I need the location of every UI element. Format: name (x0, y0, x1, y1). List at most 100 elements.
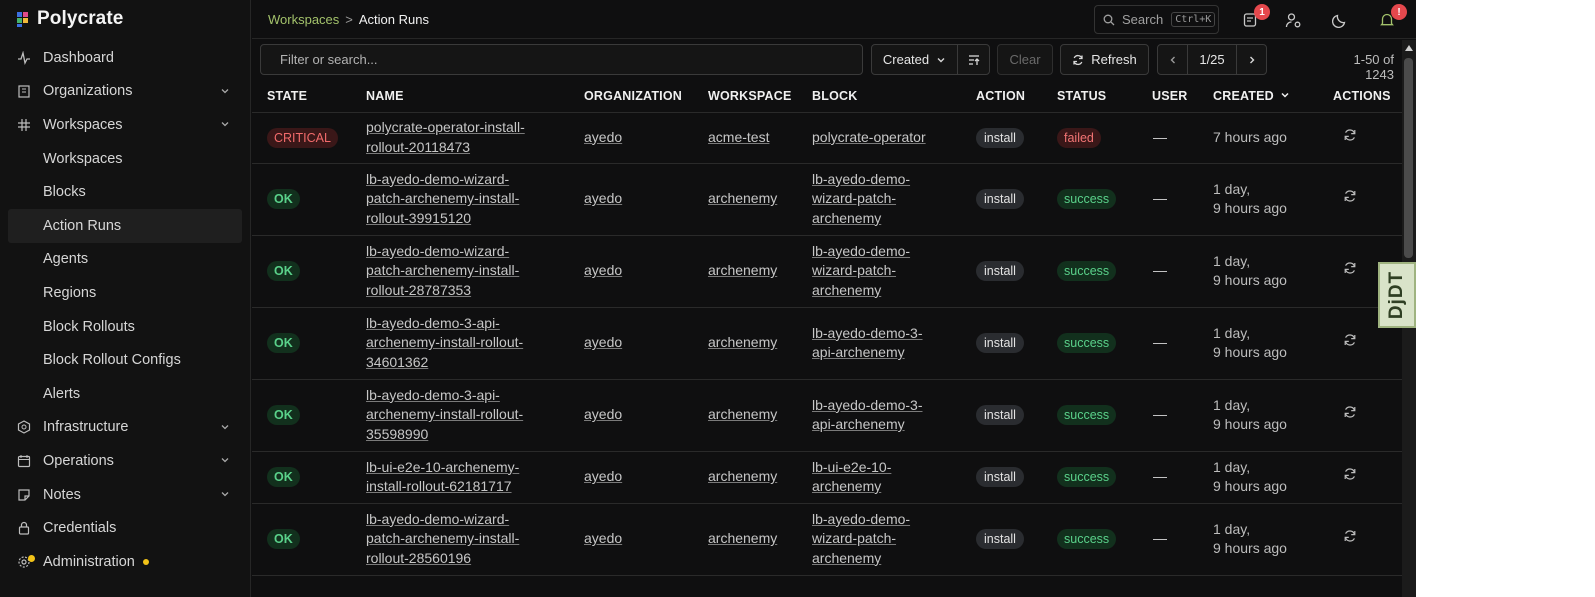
block-link[interactable]: wizard-patch- (812, 190, 896, 206)
table-row[interactable]: CRITICAL polycrate-operator-install-rollo… (252, 111, 1402, 163)
sidebar-item-operations[interactable]: Operations (0, 444, 250, 478)
django-debug-toolbar-handle[interactable]: DjDT (1378, 262, 1416, 328)
block-link[interactable]: wizard-patch- (812, 262, 896, 278)
run-name-link[interactable]: lb-ayedo-demo-3-api- (366, 315, 500, 331)
run-name-link[interactable]: rollout-28560196 (366, 550, 471, 566)
block-link[interactable]: polycrate-operator (812, 129, 926, 145)
breadcrumb-workspaces-link[interactable]: Workspaces (268, 12, 339, 27)
run-name-link[interactable]: archenemy-install-rollout- (366, 334, 523, 350)
organization-link[interactable]: ayedo (584, 530, 622, 546)
workspace-link[interactable]: archenemy (708, 190, 777, 206)
rerun-icon[interactable] (1343, 405, 1357, 419)
sidebar-item-organizations[interactable]: Organizations (0, 75, 250, 109)
workspace-link[interactable]: archenemy (708, 262, 777, 278)
filter-input[interactable] (260, 44, 863, 75)
sidebar-item-alerts-sub[interactable]: Alerts (0, 377, 250, 411)
run-name-link[interactable]: patch-archenemy-install- (366, 530, 519, 546)
run-name-link[interactable]: lb-ui-e2e-10-archenemy- (366, 459, 519, 475)
table-row[interactable]: OK lb-ayedo-demo-3-api-archenemy-install-… (252, 306, 1402, 379)
run-name-link[interactable]: archenemy-install-rollout- (366, 406, 523, 422)
organization-link[interactable]: ayedo (584, 406, 622, 422)
run-name-link[interactable]: lb-ayedo-demo-wizard- (366, 171, 509, 187)
sidebar-item-regions-sub[interactable]: Regions (0, 276, 250, 310)
block-link[interactable]: api-archenemy (812, 416, 905, 432)
table-toolbar: Created Clear Refresh 1/25 1-50 of 1243 (252, 40, 1402, 82)
sidebar-item-administration[interactable]: Administration (0, 545, 250, 579)
block-link[interactable]: wizard-patch- (812, 530, 896, 546)
rerun-icon[interactable] (1343, 529, 1357, 543)
brand[interactable]: Polycrate (0, 0, 250, 38)
sidebar-item-workspaces-sub[interactable]: Workspaces (0, 142, 250, 176)
block-link[interactable]: api-archenemy (812, 344, 905, 360)
sidebar-item-blocks-sub[interactable]: Blocks (0, 175, 250, 209)
block-link[interactable]: archenemy (812, 478, 881, 494)
workspace-link[interactable]: acme-test (708, 129, 769, 145)
scrollbar-thumb[interactable] (1404, 58, 1413, 258)
block-link[interactable]: archenemy (812, 210, 881, 226)
sidebar-item-notes[interactable]: Notes (0, 478, 250, 512)
rerun-icon[interactable] (1343, 467, 1357, 481)
block-link[interactable]: lb-ayedo-demo- (812, 511, 910, 527)
sidebar-item-agents-sub[interactable]: Agents (0, 243, 250, 277)
block-link[interactable]: lb-ayedo-demo-3- (812, 325, 923, 341)
sidebar-item-block-rollout-configs-sub[interactable]: Block Rollout Configs (0, 343, 250, 377)
sidebar-item-workspaces[interactable]: Workspaces (0, 108, 250, 142)
block-link[interactable]: lb-ayedo-demo- (812, 171, 910, 187)
rerun-icon[interactable] (1343, 261, 1357, 275)
workspace-link[interactable]: archenemy (708, 406, 777, 422)
user-settings-button[interactable] (1283, 10, 1303, 30)
run-name-link[interactable]: rollout-20118473 (366, 139, 470, 155)
run-name-link[interactable]: lb-ayedo-demo-wizard- (366, 511, 509, 527)
notes-button[interactable]: 1 (1240, 4, 1270, 30)
block-link[interactable]: archenemy (812, 282, 881, 298)
run-name-link[interactable]: lb-ayedo-demo-3-api- (366, 387, 500, 403)
block-link[interactable]: archenemy (812, 550, 881, 566)
theme-toggle-button[interactable] (1330, 10, 1350, 30)
organization-link[interactable]: ayedo (584, 190, 622, 206)
run-name-link[interactable]: patch-archenemy-install- (366, 190, 519, 206)
workspace-cell: archenemy (693, 234, 797, 307)
table-row[interactable]: OK lb-ayedo-demo-wizard-patch-archenemy-i… (252, 162, 1402, 235)
rerun-icon[interactable] (1343, 128, 1357, 142)
table-row[interactable] (252, 574, 1402, 597)
block-link[interactable]: lb-ayedo-demo-3- (812, 397, 923, 413)
run-name-link[interactable]: install-rollout-62181717 (366, 478, 512, 494)
run-name-link[interactable]: 34601362 (366, 354, 428, 370)
sort-direction-button[interactable] (957, 44, 990, 75)
organization-link[interactable]: ayedo (584, 262, 622, 278)
organization-link[interactable]: ayedo (584, 129, 622, 145)
table-row[interactable]: OK lb-ui-e2e-10-archenemy-install-rollout… (252, 450, 1402, 503)
rerun-icon[interactable] (1343, 189, 1357, 203)
refresh-button[interactable]: Refresh (1060, 44, 1149, 75)
sidebar-item-dashboard[interactable]: Dashboard (0, 41, 250, 75)
workspace-link[interactable]: archenemy (708, 334, 777, 350)
organization-link[interactable]: ayedo (584, 468, 622, 484)
run-name-link[interactable]: rollout-28787353 (366, 282, 471, 298)
run-name-link[interactable]: lb-ayedo-demo-wizard- (366, 243, 509, 259)
run-name-link[interactable]: patch-archenemy-install- (366, 262, 519, 278)
run-name-link[interactable]: rollout-39915120 (366, 210, 471, 226)
column-header-created[interactable]: CREATED (1198, 80, 1318, 112)
alerts-button[interactable]: ! (1377, 4, 1407, 30)
rerun-icon[interactable] (1343, 333, 1357, 347)
organization-link[interactable]: ayedo (584, 334, 622, 350)
prev-page-button[interactable] (1157, 44, 1188, 75)
sidebar-item-credentials[interactable]: Credentials (0, 511, 250, 545)
table-row[interactable]: OK lb-ayedo-demo-3-api-archenemy-install-… (252, 378, 1402, 451)
run-name-link[interactable]: 35598990 (366, 426, 428, 442)
run-name-link[interactable]: polycrate-operator-install- (366, 119, 525, 135)
sidebar-item-block-rollouts-sub[interactable]: Block Rollouts (0, 310, 250, 344)
sidebar-item-action-runs-sub[interactable]: Action Runs (8, 208, 242, 243)
table-row[interactable]: OK lb-ayedo-demo-wizard-patch-archenemy-i… (252, 502, 1402, 575)
workspace-link[interactable]: archenemy (708, 468, 777, 484)
block-link[interactable]: lb-ayedo-demo- (812, 243, 910, 259)
table-row[interactable]: OK lb-ayedo-demo-wizard-patch-archenemy-i… (252, 234, 1402, 307)
next-page-button[interactable] (1236, 44, 1267, 75)
global-search-button[interactable]: Search Ctrl+K (1094, 5, 1219, 34)
block-link[interactable]: lb-ui-e2e-10- (812, 459, 891, 475)
sidebar-item-infrastructure[interactable]: Infrastructure (0, 411, 250, 445)
clear-button[interactable]: Clear (997, 44, 1053, 75)
sort-field-select[interactable]: Created (871, 44, 958, 75)
scroll-up-arrow-icon[interactable] (1404, 44, 1414, 52)
workspace-link[interactable]: archenemy (708, 530, 777, 546)
